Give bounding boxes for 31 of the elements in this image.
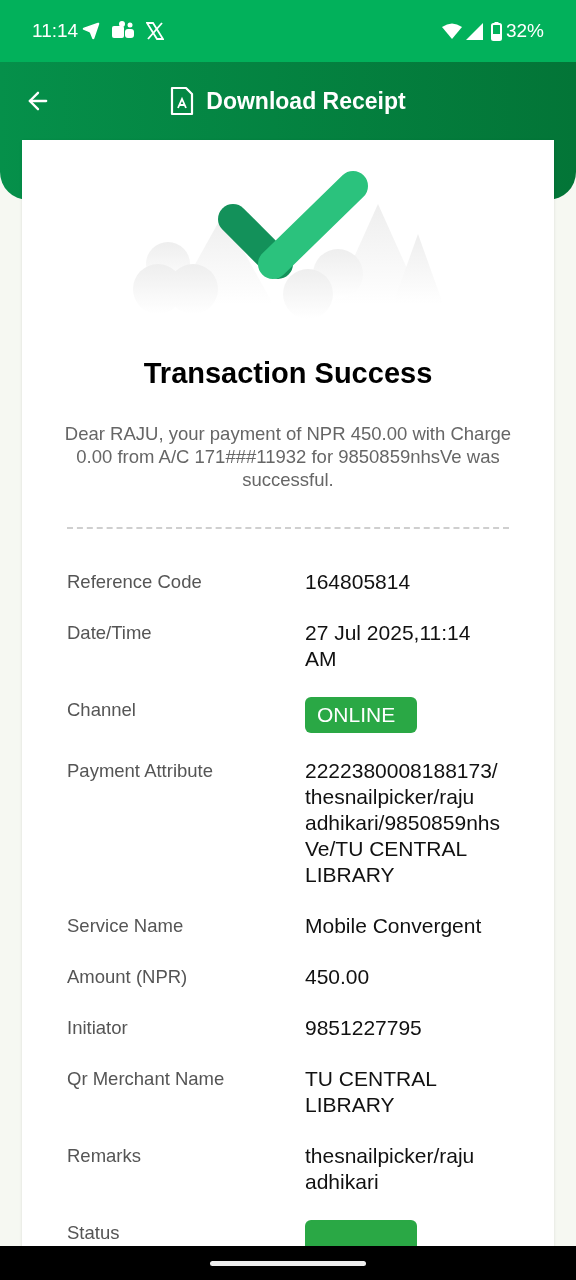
- battery-icon: [490, 21, 502, 41]
- detail-label: Channel: [67, 697, 137, 722]
- detail-value: Mobile Convergent: [305, 912, 483, 939]
- detail-value: 164805814: [305, 568, 412, 595]
- detail-label: Status: [67, 1220, 121, 1245]
- detail-label: Initiator: [67, 1015, 129, 1040]
- detail-value: 9851227795: [305, 1014, 423, 1041]
- transaction-title: Transaction Success: [142, 356, 434, 391]
- signal-icon: [465, 22, 483, 40]
- detail-label: Reference Code: [67, 569, 203, 594]
- wifi-icon: [441, 23, 462, 39]
- battery-percent: 32%: [505, 18, 544, 43]
- channel-badge: ONLINE: [305, 696, 417, 733]
- detail-label: Qr Merchant Name: [67, 1066, 226, 1091]
- telegram-icon: [82, 22, 101, 40]
- pdf-file-icon: [170, 86, 195, 116]
- x-logo-icon: [146, 22, 165, 40]
- detail-label: Service Name: [67, 913, 185, 938]
- detail-value: 27 Jul 2025,11:14 AM: [305, 619, 472, 672]
- detail-label: Date/Time: [67, 620, 153, 645]
- detail-value: thesnailpicker/raju adhikari: [305, 1142, 476, 1195]
- header-title: Download Receipt: [206, 86, 406, 116]
- transaction-message: Dear RAJU, your payment of NPR 450.00 with Charge 0.00 from A/C 171###11932 for 9850859nhsVe was successful.: [63, 421, 513, 491]
- detail-label: Remarks: [67, 1143, 142, 1168]
- detail-value: 2222380008188173/thesnailpicker/raju adhikari/9850859nhsVe/TU CENTRAL LIBRARY: [305, 757, 501, 888]
- detail-label: Amount (NPR): [67, 964, 189, 989]
- home-indicator[interactable]: [210, 1260, 366, 1266]
- detail-value: TU CENTRAL LIBRARY: [305, 1065, 438, 1118]
- detail-label: Payment Attribute: [67, 758, 215, 783]
- status-time: 11:14: [32, 18, 79, 43]
- detail-value: 450.00: [305, 963, 371, 990]
